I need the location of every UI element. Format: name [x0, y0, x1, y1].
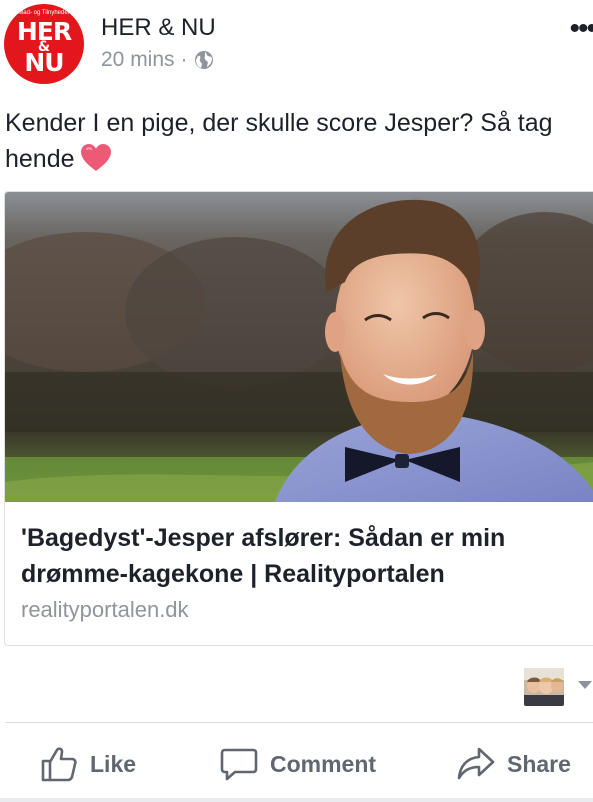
comment-button[interactable]: Comment	[220, 740, 376, 788]
page-name-link[interactable]: HER & NU	[101, 14, 216, 42]
share-label: Share	[507, 750, 571, 777]
link-domain: realityportalen.dk	[21, 597, 189, 622]
globe-icon	[194, 51, 213, 69]
more-dots-icon[interactable]: •••	[569, 14, 593, 44]
avatar-logo-nu: NU	[24, 47, 64, 77]
post-header: Mad- og Tilnyheder HER & NU HER & NU 20 …	[0, 0, 593, 90]
heart-emoji-icon	[80, 144, 111, 171]
action-divider	[5, 722, 593, 723]
post-timestamp[interactable]: 20 mins	[101, 48, 175, 72]
feed-separator	[0, 798, 593, 802]
comment-icon	[220, 748, 258, 781]
link-preview-image[interactable]	[5, 192, 593, 502]
thumbs-up-icon	[41, 747, 77, 782]
link-preview-card[interactable]: 'Bagedyst'-Jesper afslører: Sådan er min…	[4, 191, 593, 646]
share-button[interactable]: Share	[457, 740, 571, 788]
like-button[interactable]: Like	[40, 740, 136, 788]
avatar-tagline: Mad- og Tilnyheder	[18, 10, 70, 16]
page-avatar[interactable]: Mad- og Tilnyheder HER & NU	[4, 4, 84, 84]
reactors-avatar[interactable]	[524, 668, 564, 706]
action-bar: Like Comment Share	[0, 740, 593, 790]
meta-separator: ·	[180, 48, 188, 71]
share-arrow-icon	[457, 747, 495, 780]
link-title[interactable]: 'Bagedyst'-Jesper afslører: Sådan er min…	[21, 520, 586, 592]
post-text: Kender I en pige, der skulle score Jespe…	[5, 105, 590, 177]
comment-label: Comment	[270, 750, 377, 777]
like-label: Like	[90, 750, 137, 777]
chevron-down-icon[interactable]	[578, 681, 592, 689]
post-meta: 20 mins ·	[101, 48, 214, 72]
